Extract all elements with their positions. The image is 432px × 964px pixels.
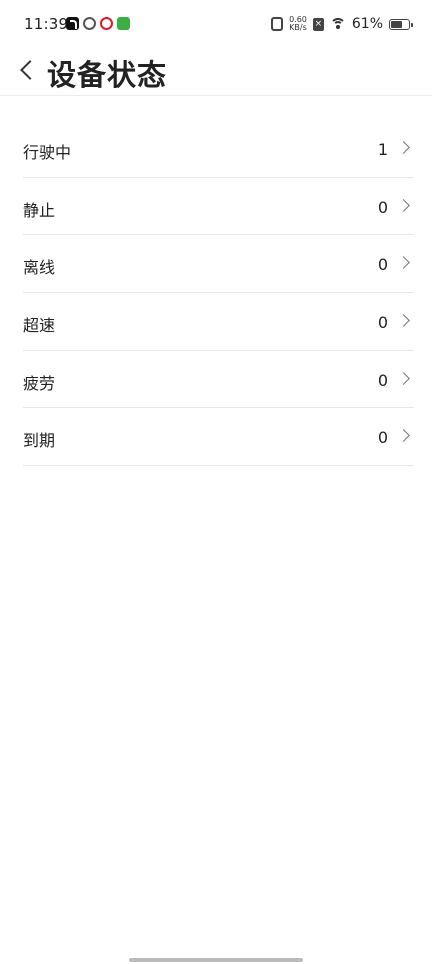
chevron-right-icon bbox=[397, 371, 410, 385]
wifi-icon bbox=[329, 18, 346, 30]
list-item-label: 到期 bbox=[23, 431, 56, 451]
status-right: 0.60 KB/s × 61% bbox=[271, 16, 413, 32]
tiktok-icon bbox=[66, 17, 79, 30]
network-speed-unit: KB/s bbox=[289, 23, 307, 32]
list-item-offline[interactable]: 离线 0 bbox=[23, 235, 414, 294]
list-item-expired[interactable]: 到期 0 bbox=[23, 408, 414, 467]
list-item-count: 0 bbox=[377, 370, 388, 390]
status-bar: 11:39 0.60 KB/s × 61% bbox=[0, 0, 432, 50]
home-indicator[interactable] bbox=[129, 958, 303, 962]
list-item-count: 0 bbox=[377, 428, 388, 448]
list-item-label: 行驶中 bbox=[23, 143, 72, 162]
page-title: 设备状态 bbox=[47, 58, 168, 92]
chevron-right-icon bbox=[397, 314, 410, 327]
app2-icon bbox=[83, 17, 96, 30]
list-item-count: 0 bbox=[377, 255, 388, 275]
chevron-right-icon bbox=[397, 198, 410, 212]
list-item-label: 离线 bbox=[23, 258, 56, 278]
list-item-label: 疲劳 bbox=[23, 373, 56, 393]
no-sim-icon: × bbox=[312, 17, 324, 31]
list-item-count: 1 bbox=[377, 140, 388, 159]
list-item-label: 超速 bbox=[23, 316, 56, 336]
chevron-right-icon bbox=[397, 141, 410, 154]
back-button[interactable] bbox=[14, 56, 40, 84]
network-speed: 0.60 KB/s bbox=[289, 16, 307, 32]
list-item-speeding[interactable]: 超速 0 bbox=[23, 293, 414, 351]
list-item-driving[interactable]: 行驶中 1 bbox=[23, 120, 414, 178]
battery-percent: 61% bbox=[351, 16, 383, 32]
weibo-icon bbox=[100, 17, 113, 30]
chevron-right-icon bbox=[397, 256, 410, 270]
battery-icon bbox=[389, 18, 413, 30]
list-item-stationary[interactable]: 静止 0 bbox=[23, 178, 414, 236]
status-list: 行驶中 1 静止 0 离线 0 超速 0 疲劳 0 到期 0 bbox=[23, 120, 414, 467]
chevron-right-icon bbox=[397, 429, 410, 443]
green-app-icon bbox=[117, 17, 130, 30]
header: 设备状态 bbox=[0, 50, 432, 96]
status-time: 11:39 bbox=[24, 15, 69, 33]
list-item-count: 0 bbox=[377, 197, 388, 217]
list-item-fatigue[interactable]: 疲劳 0 bbox=[23, 351, 414, 409]
list-item-label: 静止 bbox=[23, 200, 56, 220]
list-item-count: 0 bbox=[377, 313, 388, 333]
vibrate-icon bbox=[271, 17, 284, 31]
notification-app-icons bbox=[66, 17, 130, 30]
